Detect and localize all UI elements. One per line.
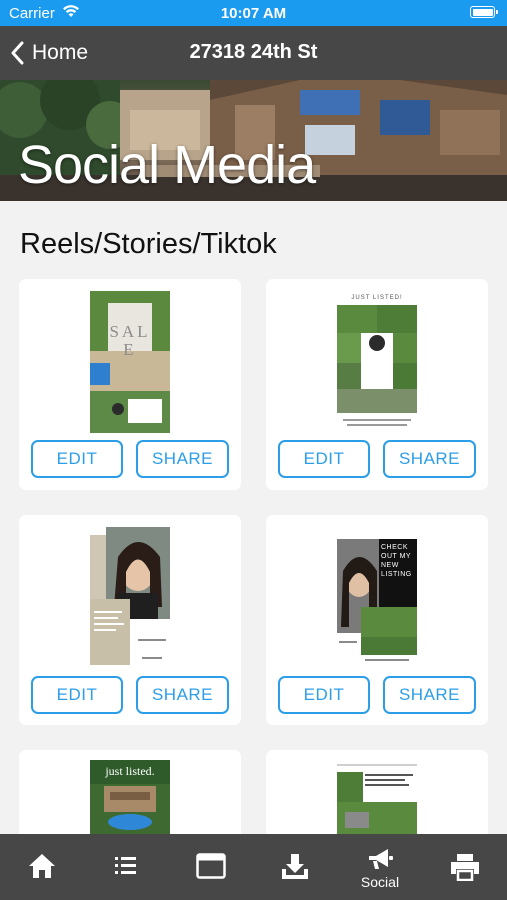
edit-button[interactable]: EDIT [278,676,370,714]
tab-list[interactable] [84,834,168,900]
tab-home[interactable] [0,834,84,900]
printer-icon [451,854,479,881]
template-thumbnail[interactable] [90,527,170,669]
edit-button[interactable]: EDIT [31,440,123,478]
template-card: SALE EDIT SHARE [19,279,241,490]
template-thumbnail[interactable]: just listed. [90,760,170,834]
tab-print[interactable] [423,834,507,900]
tab-social-label: Social [360,874,400,890]
hero-banner: Social Media [0,80,507,201]
hero-title: Social Media [18,135,316,195]
template-card: EDIT SHARE [19,515,241,725]
share-button[interactable]: SHARE [383,676,476,714]
download-icon [282,854,308,879]
browser-icon [196,853,226,879]
back-label: Home [32,41,89,64]
chevron-left-icon [11,41,24,65]
clock: 10:07 AM [220,5,287,22]
list-icon [115,857,136,874]
thumbnail-text: SALE [109,322,151,359]
template-thumbnail[interactable]: SALE [90,291,170,433]
share-button[interactable]: SHARE [136,676,229,714]
tab-bar: Social [0,834,507,900]
megaphone-icon [369,849,393,869]
section-title: Reels/Stories/Tiktok [20,228,277,260]
share-button[interactable]: SHARE [383,440,476,478]
navigation-bar: Home 27318 24th St [0,26,507,80]
thumbnail-text: JUST LISTED! [351,295,403,301]
battery-icon [470,6,498,18]
share-button[interactable]: SHARE [136,440,229,478]
template-thumbnail[interactable]: JUST LISTED! [337,291,417,433]
template-card: CHECK OUT MY NEW LISTING EDIT SHARE [266,515,488,725]
template-thumbnail[interactable]: CHECK OUT MY NEW LISTING [337,527,417,669]
back-button[interactable]: Home [10,38,88,68]
status-bar: Carrier 10:07 AM [0,0,507,26]
template-card: JUST LISTED! EDIT SHARE [266,279,488,490]
edit-button[interactable]: EDIT [31,676,123,714]
template-thumbnail[interactable] [337,760,417,834]
tab-download[interactable] [253,834,337,900]
edit-button[interactable]: EDIT [278,440,370,478]
home-icon [29,854,55,878]
tab-social[interactable]: Social [338,834,422,900]
tab-browser[interactable] [169,834,253,900]
thumbnail-text: just listed. [105,764,155,778]
thumbnail-text: CHECK OUT MY NEW LISTING [381,544,412,578]
